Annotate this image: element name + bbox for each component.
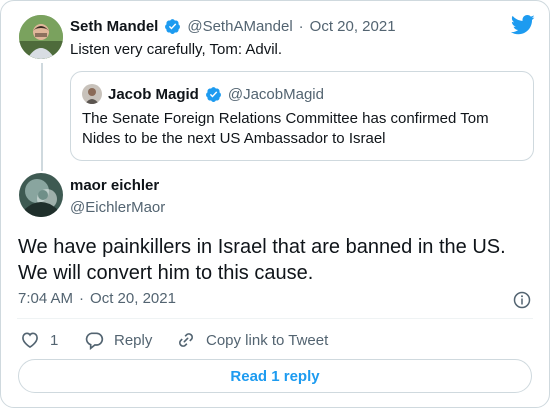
- quoted-tweet[interactable]: Jacob Magid @JacobMagid The Senate Forei…: [70, 71, 534, 161]
- twitter-bird-icon[interactable]: [511, 15, 535, 35]
- info-icon[interactable]: [513, 291, 531, 309]
- separator-dot: ·: [298, 17, 304, 35]
- tweet-embed-card: Seth Mandel @SethAMandel · Oct 20, 2021 …: [0, 0, 550, 408]
- like-button[interactable]: 1: [20, 330, 58, 350]
- quoted-tweet-text-line: Nides to be the next US Ambassador to Is…: [82, 130, 386, 147]
- parent-tweet-text: Listen very carefully, Tom: Advil.: [70, 41, 283, 58]
- author-name: Jacob Magid: [108, 85, 199, 103]
- tweet-text-line: We will convert him to this cause.: [18, 262, 314, 284]
- tweet-timestamp[interactable]: 7:04 AM · Oct 20, 2021: [18, 290, 176, 307]
- tweet-date[interactable]: Oct 20, 2021: [310, 18, 396, 35]
- avatar[interactable]: [19, 15, 63, 59]
- avatar[interactable]: [19, 173, 63, 217]
- tweet-date: Oct 20, 2021: [90, 290, 176, 307]
- heart-icon: [22, 332, 38, 349]
- copy-link-label: Copy link to Tweet: [206, 331, 329, 349]
- thread-connector: [41, 63, 43, 171]
- verified-badge-icon: [165, 18, 181, 34]
- like-count: 1: [50, 331, 59, 349]
- author-handle: @JacobMagid: [227, 85, 324, 103]
- author-handle[interactable]: @EichlerMaor: [70, 199, 165, 216]
- read-replies-button[interactable]: Read 1 reply: [18, 359, 532, 393]
- copy-link-button[interactable]: Copy link to Tweet: [176, 330, 328, 350]
- link-icon: [179, 333, 193, 347]
- quoted-tweet-text-line: The Senate Foreign Relations Committee h…: [82, 110, 489, 127]
- parent-tweet-header: Seth Mandel @SethAMandel · Oct 20, 2021: [70, 15, 396, 37]
- tweet-time: 7:04 AM: [18, 290, 74, 307]
- reply-label: Reply: [114, 331, 153, 349]
- tweet-text-line: We have painkillers in Israel that are b…: [18, 236, 506, 258]
- author-handle[interactable]: @SethAMandel: [187, 18, 292, 35]
- verified-badge-icon: [205, 86, 221, 102]
- author-name[interactable]: Seth Mandel: [70, 18, 158, 35]
- separator-dot: ·: [79, 290, 85, 307]
- divider: [17, 318, 533, 319]
- reply-button[interactable]: Reply: [84, 330, 152, 350]
- avatar: [82, 84, 102, 104]
- quoted-tweet-header: Jacob Magid @JacobMagid: [108, 83, 324, 105]
- reply-icon: [85, 332, 104, 350]
- author-name[interactable]: maor eichler: [70, 177, 159, 194]
